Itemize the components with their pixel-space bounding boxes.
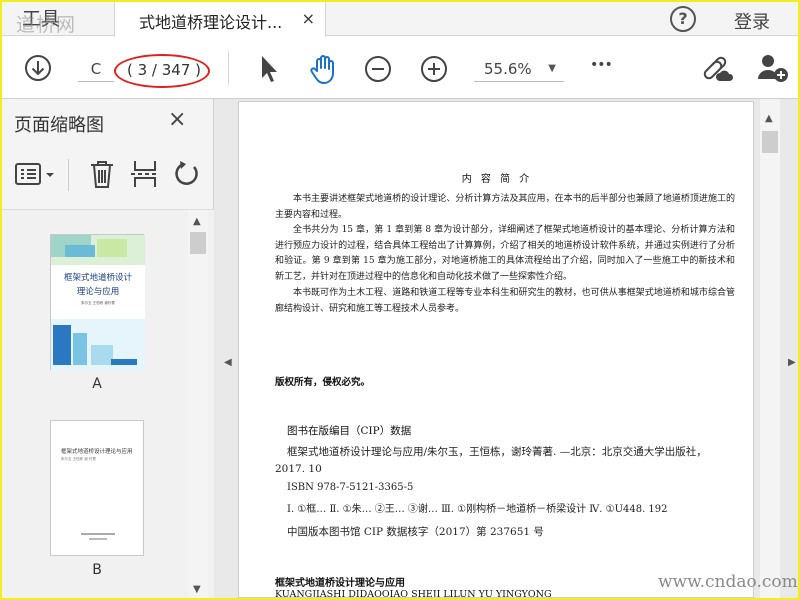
cip-line-citation: 框架式地道桥设计理论与应用/朱尔玉，王恒栋，谢玲菁著. —北京：北京交通大学出版… <box>287 446 707 458</box>
hand-tool-icon[interactable] <box>308 53 340 85</box>
rotate-page-icon[interactable] <box>172 159 202 189</box>
copyright-notice: 版权所有，侵权必究。 <box>275 377 371 388</box>
thumb-b-authors: 朱尔玉 王恒栋 谢 玲菁 <box>61 457 96 461</box>
panel-toolbar-divider <box>68 159 69 191</box>
scroll-up-icon[interactable]: ▲ <box>765 113 773 124</box>
page-thumbnail-b-label: B <box>92 562 102 578</box>
tab-document[interactable]: 式地道桥理论设计... × <box>114 2 326 37</box>
delete-page-icon[interactable] <box>88 159 116 189</box>
thumbnail-options-icon[interactable] <box>14 161 58 189</box>
intro-paragraph-3: 本书既可作为土木工程、道路和铁道工程等专业本科生和研究生的教材，也可供从事框架式… <box>275 288 735 314</box>
toolbar-divider <box>228 51 229 85</box>
thumbnail-scrollbar[interactable]: ▲ ▼ <box>188 210 208 598</box>
help-icon[interactable]: ? <box>670 6 696 32</box>
select-pointer-icon[interactable] <box>258 54 282 84</box>
thumb-b-title: 框架式地道桥设计理论与应用 <box>61 449 133 455</box>
login-button[interactable]: 登录 <box>734 8 770 34</box>
tab-document-title: 式地道桥理论设计... <box>139 13 283 32</box>
scrollbar-thumb[interactable] <box>762 131 778 153</box>
thumb-b-publisher-line <box>81 533 115 535</box>
cip-classification: Ⅰ. ①框… Ⅱ. ①朱… ②王… ③谢… Ⅲ. ①刚构桥－地道桥－桥梁设计 Ⅳ… <box>287 504 668 515</box>
panel-toolbar <box>2 155 214 197</box>
toolbar: C ( 3 / 347 ) 55.6% ▼ ••• <box>2 37 798 99</box>
cip-isbn: ISBN 978-7-5121-3365-5 <box>287 482 414 493</box>
zoom-out-icon[interactable] <box>364 55 392 83</box>
thumb-a-title-line1: 框架式地道桥设计 <box>63 273 132 283</box>
page-thumbnails-panel: 页面缩略图 × 框架式地道桥设计 理论与应用 朱尔玉 王恒栋 谢玲菁 A 框架式… <box>2 99 214 598</box>
zoom-in-icon[interactable] <box>420 55 448 83</box>
page-thumbnail-b[interactable]: 框架式地道桥设计理论与应用 朱尔玉 王恒栋 谢 玲菁 <box>50 420 144 556</box>
cip-heading: 图书在版编目（CIP）数据 <box>287 425 412 437</box>
expand-left-panel-icon[interactable]: ◀ <box>224 357 232 368</box>
cip-line-year: 2017. 10 <box>275 463 322 475</box>
scrollbar-thumb[interactable] <box>190 232 206 254</box>
zoom-level-value: 55.6% <box>484 60 532 78</box>
document-scrollbar[interactable]: ▲ <box>760 99 780 598</box>
zoom-level-select[interactable]: 55.6% ▼ <box>474 56 564 82</box>
intro-paragraph-2: 全书共分为 15 章，第 1 章到第 8 章为设计部分，详细阐述了框架式地道桥设… <box>275 225 735 282</box>
share-link-icon[interactable] <box>700 53 734 83</box>
highlight-ellipse <box>114 54 210 88</box>
tab-bar: 工具 道桥网 式地道桥理论设计... × ? 登录 <box>2 2 798 37</box>
book-title-pinyin: KUANGJIASHI DIDAOQIAO SHEJI LILUN YU YIN… <box>275 589 552 598</box>
panel-title: 页面缩略图 <box>14 115 104 136</box>
page-thumbnail-a-label: A <box>92 376 102 392</box>
thumb-a-authors: 朱尔玉 王恒栋 谢玲菁 <box>81 301 115 305</box>
tab-close-icon[interactable]: × <box>302 9 315 28</box>
app-window: 工具 道桥网 式地道桥理论设计... × ? 登录 C ( 3 / 347 ) <box>2 2 798 598</box>
more-tools-icon[interactable]: ••• <box>590 57 613 73</box>
panel-close-icon[interactable]: × <box>168 107 186 132</box>
site-watermark: www.cndao.com <box>658 572 798 592</box>
scroll-up-icon[interactable]: ▲ <box>193 216 201 227</box>
add-user-icon[interactable] <box>756 53 790 83</box>
page-thumbnail-a[interactable]: 框架式地道桥设计 理论与应用 朱尔玉 王恒栋 谢玲菁 <box>50 234 145 371</box>
scroll-down-icon[interactable]: ▼ <box>193 584 201 595</box>
page-heading: 内 容 简 介 <box>461 174 533 185</box>
page-number-input[interactable]: C <box>78 56 114 82</box>
thumb-b-publisher-line <box>89 538 107 540</box>
chevron-down-icon: ▼ <box>548 63 556 74</box>
book-title-chinese: 框架式地道桥设计理论与应用 <box>275 578 405 589</box>
split-page-icon[interactable] <box>130 159 160 189</box>
download-icon[interactable] <box>24 54 52 82</box>
thumb-a-title-line2: 理论与应用 <box>76 287 120 297</box>
document-page: 内 容 简 介 本书主要讲述框架式地道桥的设计理论、分析计算方法及其应用，在本书… <box>238 101 754 598</box>
intro-paragraph-1: 本书主要讲述框架式地道桥的设计理论、分析计算方法及其应用，在本书的后半部分也兼顾… <box>275 194 735 220</box>
thumbnail-list: 框架式地道桥设计 理论与应用 朱尔玉 王恒栋 谢玲菁 A 框架式地道桥设计理论与… <box>2 209 214 598</box>
watermark-left: 道桥网 <box>16 14 77 36</box>
document-viewport: ◀ 内 容 简 介 本书主要讲述框架式地道桥的设计理论、分析计算方法及其应用，在… <box>214 99 798 598</box>
expand-right-panel-icon[interactable]: ▶ <box>788 357 796 368</box>
cip-record-number: 中国版本图书馆 CIP 数据核字（2017）第 237651 号 <box>287 526 544 538</box>
